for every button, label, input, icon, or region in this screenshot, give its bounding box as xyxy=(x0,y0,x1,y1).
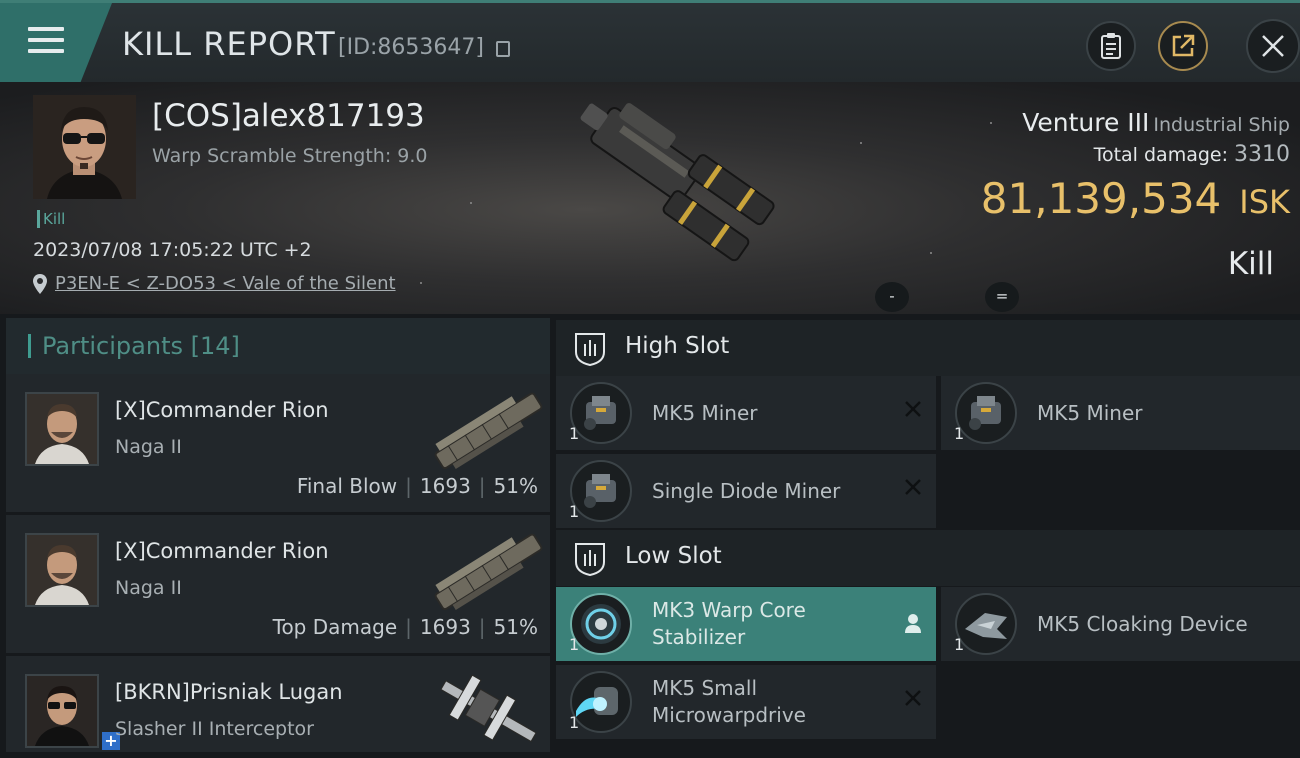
destroyed-x-icon xyxy=(905,401,921,417)
participant-role: Final Blow xyxy=(296,474,398,498)
victim-banner: [COS]alex817193 Warp Scramble Strength: … xyxy=(0,82,1300,314)
page-title: KILL REPORT xyxy=(122,25,336,63)
module-quantity: 1 xyxy=(954,424,965,443)
miner-module-icon xyxy=(570,382,632,444)
participant-avatar[interactable] xyxy=(25,392,99,466)
character-portrait-icon xyxy=(33,95,136,199)
participant-row[interactable]: [X]Commander Rion Naga II Final Blow | 169… xyxy=(6,374,550,515)
share-icon xyxy=(1172,34,1195,57)
venture-ship-image xyxy=(580,103,775,262)
zoom-out-button[interactable]: - xyxy=(875,282,909,312)
isk-value: 81,139,534 ISK xyxy=(981,174,1290,223)
participant-stats: Final Blow | 1693 | 51% xyxy=(296,474,538,498)
dropped-person-icon xyxy=(905,614,921,633)
character-portrait-icon xyxy=(27,394,97,464)
module-item[interactable]: 1 MK5 Small Microwarpdrive xyxy=(556,665,936,739)
module-item[interactable]: 1 MK5 Miner xyxy=(941,376,1300,450)
warp-core-stabilizer-icon xyxy=(570,593,632,655)
top-bar: KILL REPORT [ID:8653647] xyxy=(0,0,1300,82)
naga-ship-image xyxy=(434,392,543,470)
participant-name[interactable]: [X]Commander Rion xyxy=(115,539,329,563)
shield-slot-icon xyxy=(575,543,605,576)
character-portrait-icon xyxy=(27,535,97,605)
module-name: MK5 Small Microwarpdrive xyxy=(652,676,806,727)
miner-module-icon xyxy=(955,382,1017,444)
victim-ship[interactable]: Venture III Industrial Ship xyxy=(1022,108,1290,137)
participant-avatar[interactable] xyxy=(25,533,99,607)
low-slot-title: Low Slot xyxy=(625,543,722,569)
participant-percent: 51% xyxy=(493,615,538,639)
destroyed-x-icon xyxy=(905,690,921,706)
participant-row[interactable]: [X]Commander Rion Naga II Top Damage | 169… xyxy=(6,515,550,656)
naga-ship-image xyxy=(434,533,543,611)
high-slot-title: High Slot xyxy=(625,333,730,359)
participant-damage: 1693 xyxy=(419,615,471,639)
participant-damage: 1693 xyxy=(419,474,471,498)
report-id: [ID:8653647] xyxy=(338,35,484,60)
module-quantity: 1 xyxy=(954,635,965,654)
module-name: MK5 Miner xyxy=(1037,401,1143,425)
participant-ship: Naga II xyxy=(115,436,182,458)
menu-button[interactable] xyxy=(0,3,112,82)
participant-role: Top Damage xyxy=(272,615,398,639)
victim-avatar[interactable] xyxy=(33,95,136,199)
participants-panel: Participants [14] [X]Commander Rion Naga… xyxy=(6,318,550,755)
kill-timestamp: 2023/07/08 17:05:22 UTC +2 xyxy=(33,239,312,261)
module-item-highlighted[interactable]: 1 MK3 Warp Core Stabilizer xyxy=(556,587,936,661)
participant-row[interactable]: + [BKRN]Prisniak Lugan Slasher II Interc… xyxy=(6,656,550,755)
participant-stats: Top Damage | 1693 | 51% xyxy=(272,615,538,639)
module-quantity: 1 xyxy=(569,502,580,521)
module-name: MK5 Miner xyxy=(652,401,758,425)
microwarpdrive-icon xyxy=(570,671,632,733)
slasher-ship-image xyxy=(440,674,537,743)
total-damage: Total damage: 3310 xyxy=(1094,142,1290,167)
victim-name[interactable]: [COS]alex817193 xyxy=(152,98,425,134)
kill-tag: Kill xyxy=(37,210,65,228)
module-name: MK5 Cloaking Device xyxy=(1037,612,1248,636)
module-item[interactable]: 1 MK5 Miner xyxy=(556,376,936,450)
module-name: MK3 Warp Core Stabilizer xyxy=(652,598,806,649)
participant-avatar[interactable]: + xyxy=(25,674,120,750)
fit-view-button[interactable]: = xyxy=(985,282,1019,312)
module-item[interactable]: 1 MK5 Cloaking Device xyxy=(941,587,1300,661)
participant-ship: Naga II xyxy=(115,577,182,599)
character-portrait-icon xyxy=(27,676,97,746)
miner-module-icon xyxy=(570,460,632,522)
participant-percent: 51% xyxy=(493,474,538,498)
victim-ship-name: Venture III xyxy=(1022,108,1150,137)
hamburger-icon xyxy=(28,27,64,57)
location-pin-icon xyxy=(33,274,47,294)
warp-scramble-strength: Warp Scramble Strength: 9.0 xyxy=(152,145,428,167)
participants-count: [14] xyxy=(190,332,240,360)
participant-name[interactable]: [BKRN]Prisniak Lugan xyxy=(115,680,343,704)
high-slot-header: High Slot xyxy=(556,320,1300,376)
kill-location-link[interactable]: P3EN-E < Z-DO53 < Vale of the Silent xyxy=(55,273,396,294)
total-damage-label: Total damage: xyxy=(1093,144,1228,166)
module-name: Single Diode Miner xyxy=(652,479,841,503)
low-slot-header: Low Slot xyxy=(556,530,1300,586)
cloaking-device-icon xyxy=(955,593,1017,655)
module-quantity: 1 xyxy=(569,713,580,732)
shield-slot-icon xyxy=(575,333,605,366)
participant-name[interactable]: [X]Commander Rion xyxy=(115,398,329,422)
kill-result: Kill xyxy=(1227,246,1274,282)
victim-ship-class: Industrial Ship xyxy=(1153,114,1290,136)
module-quantity: 1 xyxy=(569,424,580,443)
module-item[interactable]: 1 Single Diode Miner xyxy=(556,454,936,528)
share-button[interactable] xyxy=(1158,21,1208,71)
isk-unit: ISK xyxy=(1239,183,1290,221)
close-button[interactable] xyxy=(1246,19,1300,73)
participant-ship: Slasher II Interceptor xyxy=(115,718,314,740)
total-damage-value: 3310 xyxy=(1234,142,1290,167)
destroyed-x-icon xyxy=(905,479,921,495)
isk-amount: 81,139,534 xyxy=(980,174,1222,223)
participants-header: Participants [14] xyxy=(6,318,550,374)
clipboard-button[interactable] xyxy=(1086,21,1136,71)
close-icon xyxy=(1262,35,1284,57)
clipboard-icon xyxy=(1101,33,1121,59)
module-quantity: 1 xyxy=(569,635,580,654)
copy-icon[interactable] xyxy=(496,41,510,57)
participants-title: Participants [14] xyxy=(42,332,240,360)
